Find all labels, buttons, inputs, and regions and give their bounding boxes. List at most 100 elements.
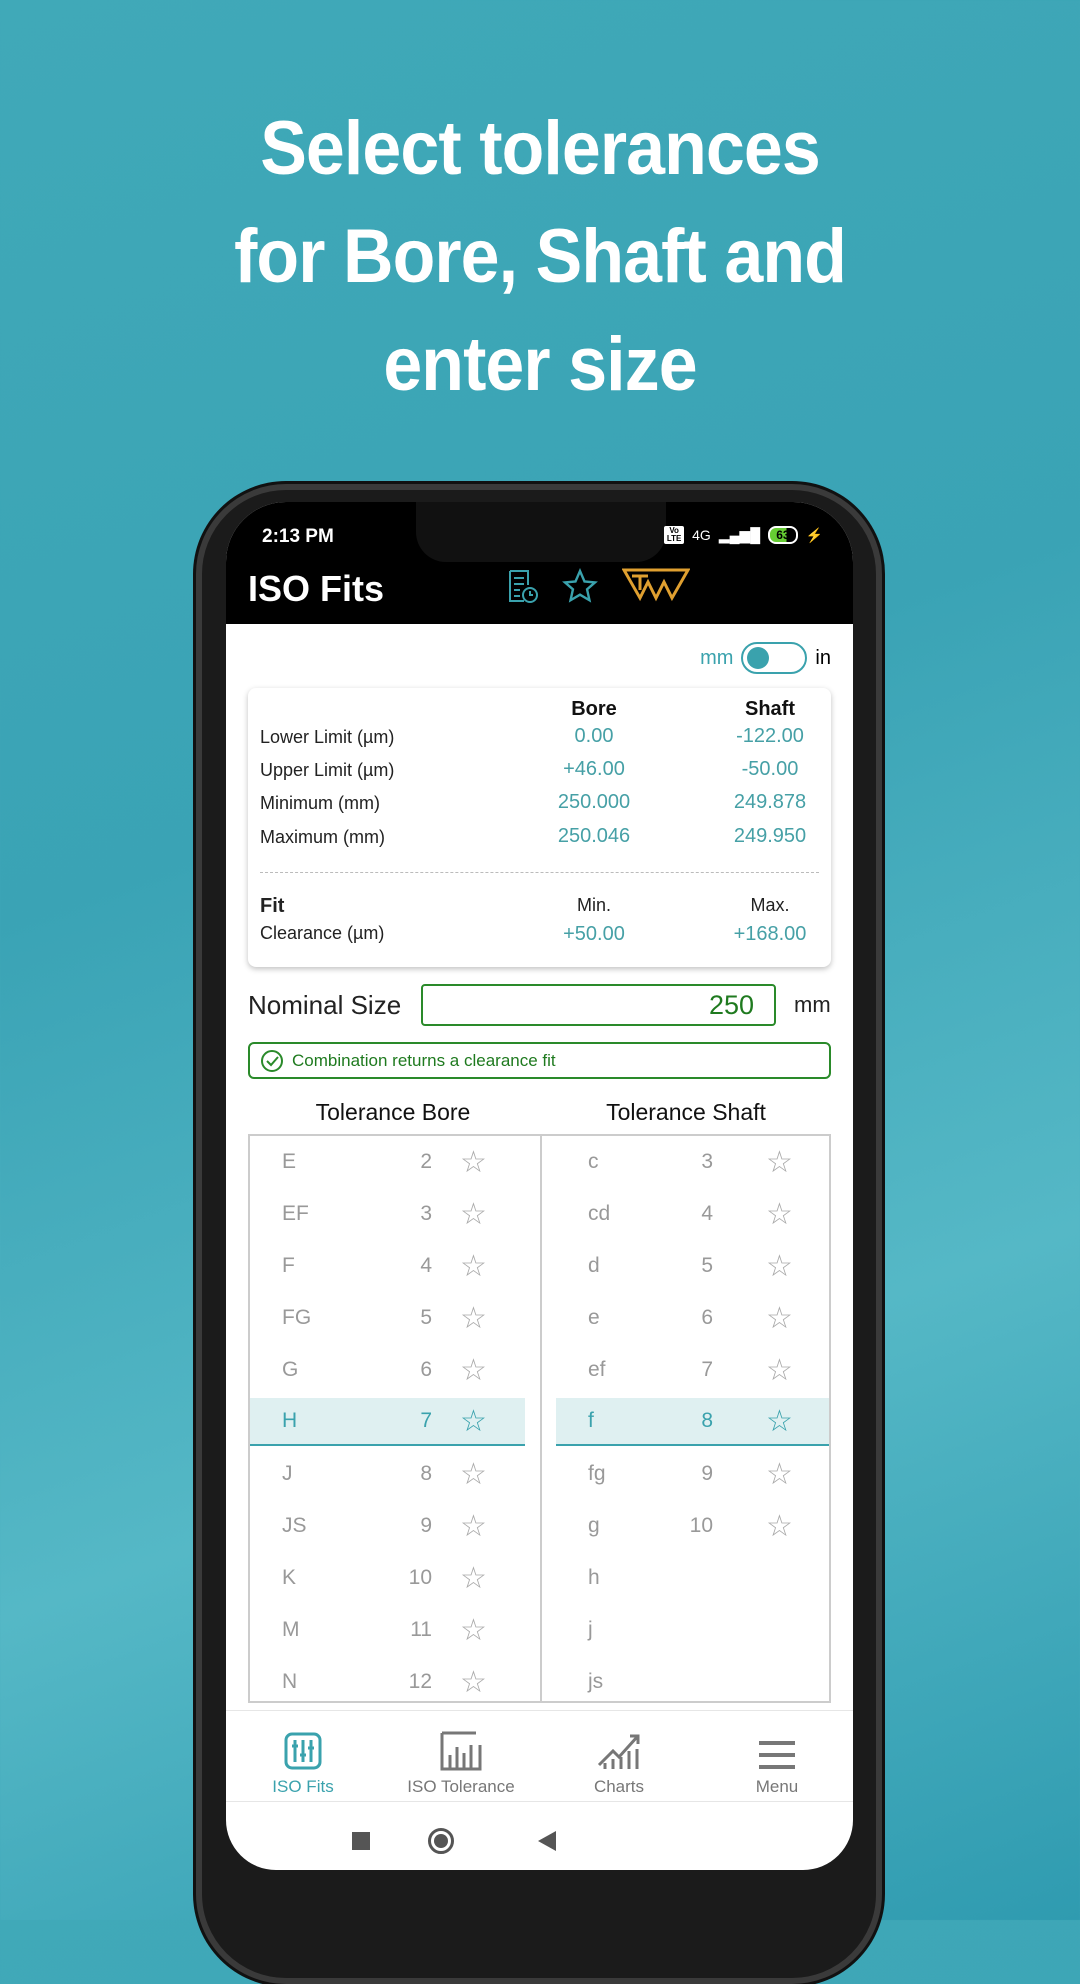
bore-tolerance-row[interactable]: K 10 ☆ [250,1554,525,1602]
shaft-tolerance-row[interactable]: cd 4 ☆ [556,1190,829,1238]
bore-grade: 10 [408,1566,432,1589]
shaft-letter: cd [588,1202,611,1225]
bore-letter: H [282,1409,298,1432]
favorite-star-icon[interactable]: ☆ [460,1301,487,1336]
tolerance-lists[interactable]: E 2 ☆ c 3 ☆ EF 3 ☆ cd 4 ☆ F 4 ☆ d 5 ☆ FG 5 ☆ e 6 ☆ G 6 ☆ ef 7 ☆ H 7 ☆ f 8 ☆… [248,1134,831,1703]
headline-line: Select tolerances [260,106,820,191]
shaft-tolerance-row[interactable]: f 8 ☆ [556,1398,829,1446]
bore-tolerance-row[interactable]: E 2 ☆ [250,1138,525,1186]
bore-letter: FG [282,1306,312,1329]
shaft-tolerance-row[interactable]: ef 7 ☆ [556,1346,829,1394]
favorite-star-icon[interactable]: ☆ [460,1457,487,1492]
nav-item-charts[interactable]: Charts [544,1711,694,1797]
favorite-star-icon[interactable]: ☆ [460,1509,487,1544]
shaft-letter: ef [588,1358,606,1381]
bore-tolerance-row[interactable]: H 7 ☆ [250,1398,525,1446]
nav-label: Charts [593,1777,645,1796]
shaft-header: Shaft [745,698,795,720]
shaft-grade: 6 [701,1306,713,1329]
back-button[interactable] [538,1831,556,1851]
nav-label: ISO Fits [272,1777,334,1796]
fit-label: Fit [260,895,285,917]
bore-value: 0.00 [574,725,614,747]
favorite-star-icon[interactable]: ☆ [460,1353,487,1388]
favorite-star-icon[interactable]: ☆ [460,1613,487,1648]
shaft-grade: 8 [701,1409,713,1432]
shaft-tolerance-row[interactable]: js [556,1658,829,1701]
bore-tolerance-row[interactable]: FG 5 ☆ [250,1294,525,1342]
bore-tolerance-row[interactable]: J 8 ☆ [250,1450,525,1498]
battery-icon: 63 [768,526,798,544]
bore-tolerance-row[interactable]: EF 3 ☆ [250,1190,525,1238]
recents-button[interactable] [352,1832,370,1850]
status-time: 2:13 PM [262,526,334,547]
bore-letter: G [282,1358,299,1381]
shaft-letter: fg [588,1462,606,1485]
shaft-letter: c [588,1150,599,1173]
system-nav-bar [226,1822,853,1862]
nav-item-iso-fits[interactable]: ISO Fits [228,1711,378,1797]
bore-tolerance-row[interactable]: M 11 ☆ [250,1606,525,1654]
history-document-icon[interactable] [504,568,540,604]
shaft-tolerance-row[interactable]: j [556,1606,829,1654]
favorite-star-icon[interactable]: ☆ [460,1561,487,1596]
bore-grade: 11 [410,1618,432,1641]
nominal-size-input[interactable]: 250 [421,984,776,1026]
favorite-star-icon[interactable]: ☆ [766,1404,793,1439]
favorite-star-icon[interactable]: ☆ [766,1249,793,1284]
fit-status-banner: Combination returns a clearance fit [248,1042,831,1079]
shaft-tolerance-row[interactable]: g 10 ☆ [556,1502,829,1550]
volte-icon: Vo LTE [664,526,685,544]
results-card: Bore Shaft Lower Limit (µm) 0.00 -122.00… [248,688,831,967]
divider [260,872,819,873]
bore-tolerance-row[interactable]: N 12 ☆ [250,1658,525,1701]
favorite-star-icon[interactable]: ☆ [766,1457,793,1492]
menu-icon [702,1711,852,1771]
shaft-tolerance-row[interactable]: fg 9 ☆ [556,1450,829,1498]
shaft-tolerance-row[interactable]: h [556,1554,829,1602]
favorite-star-icon[interactable]: ☆ [766,1301,793,1336]
headline-line: enter size [383,322,697,407]
bore-tolerance-row[interactable]: G 6 ☆ [250,1346,525,1394]
bore-value: +46.00 [563,758,625,780]
unit-mm-label: mm [700,646,734,669]
row-label: Upper Limit (µm) [260,760,395,780]
app-bar: 2:13 PM Vo LTE 4G ▂▄▆█ 63 ⚡ ISO Fits [226,502,853,624]
unit-toggle[interactable] [741,642,808,674]
status-icons: Vo LTE 4G ▂▄▆█ 63 ⚡ [664,526,823,544]
bore-tolerance-row[interactable]: F 4 ☆ [250,1242,525,1290]
favorite-star-icon[interactable]: ☆ [766,1197,793,1232]
shaft-tolerance-row[interactable]: c 3 ☆ [556,1138,829,1186]
favorite-star-icon[interactable]: ☆ [460,1145,487,1180]
row-label: Minimum (mm) [260,793,380,813]
favorite-star-icon[interactable]: ☆ [460,1197,487,1232]
favorite-star-icon[interactable]: ☆ [766,1145,793,1180]
clearance-label: Clearance (µm) [260,923,385,943]
shaft-tolerance-row[interactable]: e 6 ☆ [556,1294,829,1342]
check-circle-icon [261,1049,283,1072]
favorites-star-icon[interactable] [562,568,598,604]
favorite-star-icon[interactable]: ☆ [460,1404,487,1439]
favorite-star-icon[interactable]: ☆ [460,1249,487,1284]
unit-switch[interactable]: mm in [700,642,831,674]
shaft-grade: 9 [701,1462,713,1485]
promo-headline: Select tolerances for Bore, Shaft and en… [43,95,1037,419]
bore-tolerance-row[interactable]: JS 9 ☆ [250,1502,525,1550]
shaft-letter: js [588,1670,604,1693]
bore-letter: JS [282,1514,307,1537]
home-button[interactable] [428,1828,454,1854]
favorite-star-icon[interactable]: ☆ [460,1665,487,1700]
shaft-grade: 4 [701,1202,713,1225]
shaft-value: 249.950 [733,825,807,847]
shaft-grade: 3 [701,1150,713,1173]
nav-item-menu[interactable]: Menu [702,1711,852,1797]
min-label: Min. [576,895,611,915]
bore-grade: 3 [420,1202,432,1225]
shaft-value: -122.00 [736,725,804,747]
unit-in-label: in [815,646,831,669]
favorite-star-icon[interactable]: ☆ [766,1353,793,1388]
shaft-tolerance-row[interactable]: d 5 ☆ [556,1242,829,1290]
favorite-star-icon[interactable]: ☆ [766,1509,793,1544]
nav-item-iso-tolerance[interactable]: ISO Tolerance [386,1711,536,1797]
shaft-letter: e [588,1306,600,1329]
